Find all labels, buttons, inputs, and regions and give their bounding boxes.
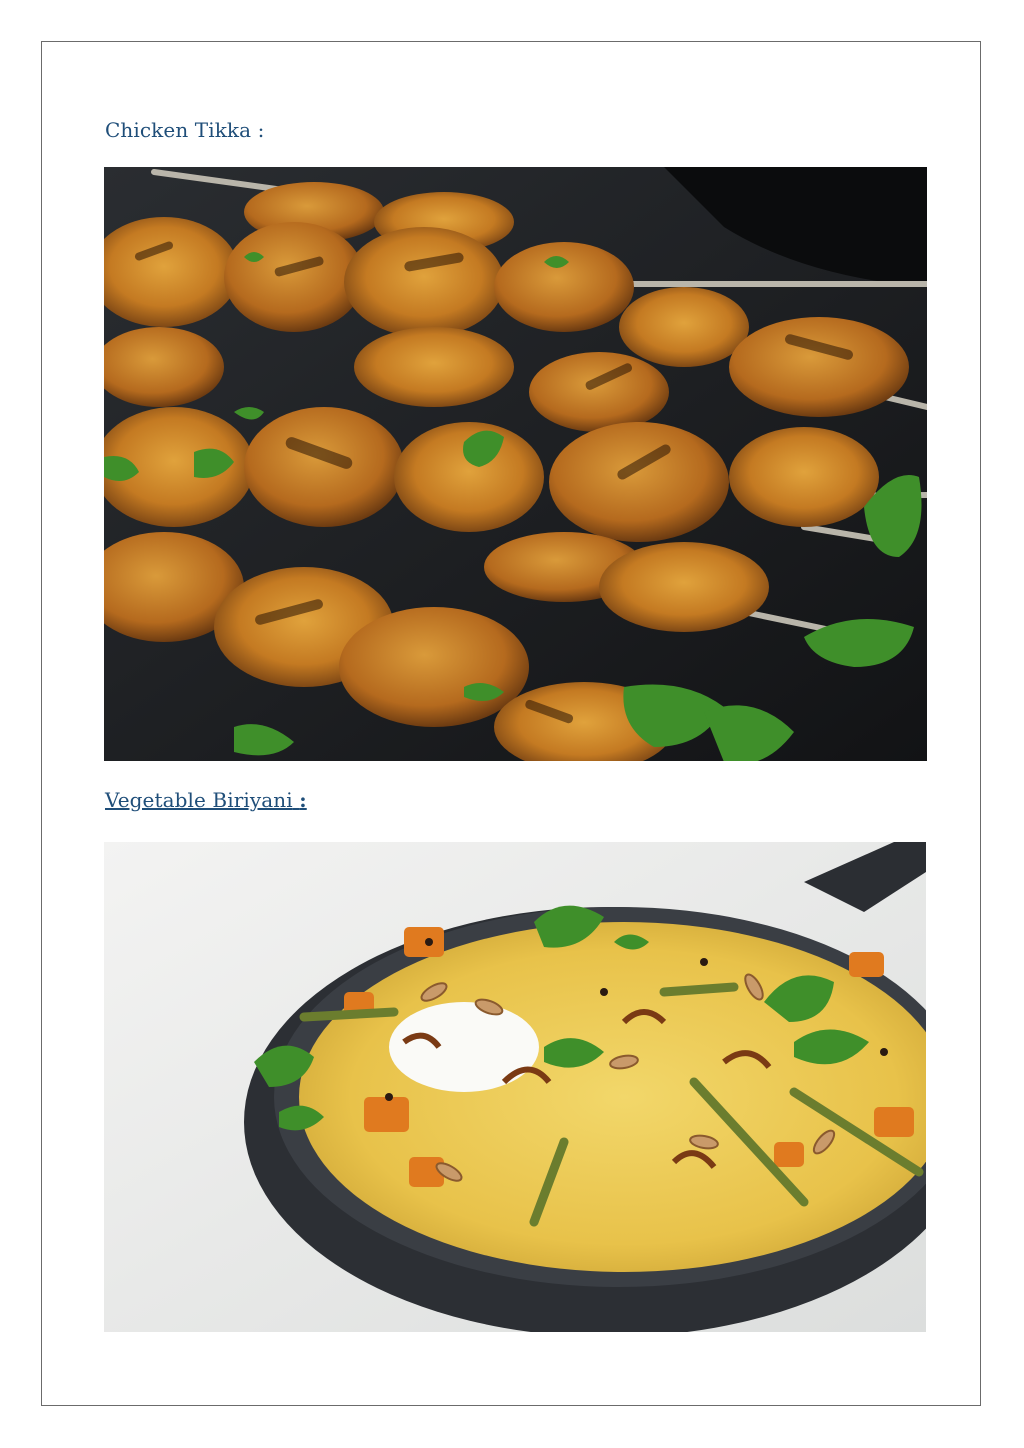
heading-colon: : — [299, 788, 307, 812]
chicken-tikka-photo — [104, 167, 927, 761]
vegetable-biriyani-photo — [104, 842, 926, 1332]
heading-text: Vegetable Biriyani — [105, 788, 293, 812]
section-heading-vegetable-biriyani: Vegetable Biriyani : — [105, 788, 307, 812]
section-heading-chicken-tikka: Chicken Tikka : — [105, 118, 265, 142]
